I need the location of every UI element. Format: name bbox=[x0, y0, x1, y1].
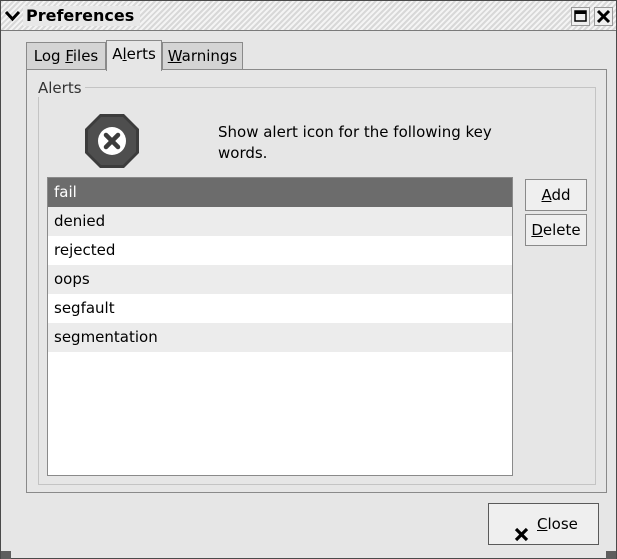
window-title: Preferences bbox=[23, 6, 141, 26]
tab-log-files[interactable]: Log Files bbox=[26, 42, 106, 70]
window-corner bbox=[606, 551, 616, 559]
keyword-list-item[interactable]: denied bbox=[48, 207, 512, 236]
keyword-list-item[interactable]: rejected bbox=[48, 236, 512, 265]
tab-alerts[interactable]: Alerts bbox=[106, 40, 162, 71]
tab-warnings[interactable]: Warnings bbox=[162, 42, 243, 70]
keyword-list-item[interactable]: segmentation bbox=[48, 323, 512, 352]
alerts-tab-panel: Alerts Show alert icon for the following… bbox=[26, 69, 607, 493]
preferences-window: Preferences Log Files Alerts Warnings Al… bbox=[0, 0, 617, 559]
tab-warnings-label: Warnings bbox=[167, 47, 238, 65]
alerts-frame-label: Alerts bbox=[35, 79, 85, 97]
tab-log-files-label: Log Files bbox=[33, 47, 99, 65]
delete-button[interactable]: Delete bbox=[525, 214, 587, 246]
close-button-label: Close bbox=[537, 515, 578, 533]
window-menu-chevron-icon[interactable] bbox=[4, 7, 21, 24]
x-icon bbox=[514, 517, 529, 542]
keyword-list[interactable]: fail denied rejected oops segfault segme… bbox=[47, 177, 513, 476]
close-button[interactable]: Close bbox=[488, 503, 599, 545]
maximize-icon[interactable] bbox=[571, 7, 590, 26]
keyword-list-item[interactable]: fail bbox=[48, 178, 512, 207]
keyword-list-item[interactable]: oops bbox=[48, 265, 512, 294]
alert-x-octagon-icon bbox=[83, 112, 141, 170]
keyword-list-item[interactable]: segfault bbox=[48, 294, 512, 323]
window-corner bbox=[1, 551, 11, 559]
tab-alerts-label: Alerts bbox=[112, 45, 156, 63]
close-window-icon[interactable] bbox=[594, 7, 613, 26]
alert-description: Show alert icon for the following key wo… bbox=[218, 123, 492, 162]
title-bar[interactable]: Preferences bbox=[1, 1, 616, 31]
add-button[interactable]: Add bbox=[525, 179, 587, 211]
